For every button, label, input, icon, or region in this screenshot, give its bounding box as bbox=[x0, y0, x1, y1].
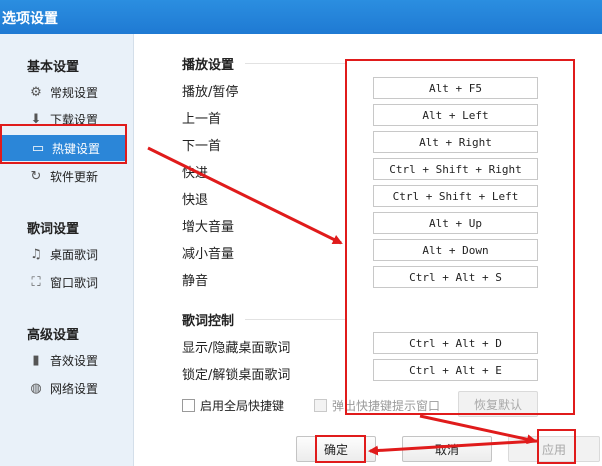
sidebar-item-desktop-lyrics[interactable]: ♫ 桌面歌词 bbox=[0, 241, 133, 267]
hotkey-label-lock-lyrics: 锁定/解锁桌面歌词 bbox=[182, 368, 291, 383]
sidebar-item-update[interactable]: ↻ 软件更新 bbox=[0, 163, 133, 189]
hotkey-label-mute: 静音 bbox=[182, 274, 209, 289]
hotkey-label-toggle-lyrics: 显示/隐藏桌面歌词 bbox=[182, 341, 291, 356]
global-hotkey-checkbox[interactable]: 启用全局快捷键 bbox=[182, 397, 284, 414]
sidebar-item-label: 热键设置 bbox=[52, 141, 101, 156]
hotkey-field-volume-down[interactable]: Alt + Down bbox=[373, 239, 538, 261]
refresh-icon: ↻ bbox=[30, 168, 42, 184]
hotkey-label-play-pause: 播放/暂停 bbox=[182, 85, 239, 100]
hotkey-label-volume-up: 增大音量 bbox=[182, 220, 235, 235]
hotkey-field-previous[interactable]: Alt + Left bbox=[373, 104, 538, 126]
hotkey-field-forward[interactable]: Ctrl + Shift + Right bbox=[373, 158, 538, 180]
sidebar-item-label: 常规设置 bbox=[50, 85, 99, 100]
group-title-basic: 基本设置 bbox=[27, 60, 80, 75]
window-icon: ⛶ bbox=[31, 274, 41, 290]
sidebar-item-network[interactable]: ◍ 网络设置 bbox=[0, 375, 133, 401]
sidebar-item-hotkeys[interactable]: ▭ 热键设置 bbox=[2, 135, 126, 161]
hotkey-label-rewind: 快退 bbox=[182, 193, 209, 208]
equalizer-icon: ▮ bbox=[32, 352, 40, 368]
restore-default-button[interactable]: 恢复默认 bbox=[458, 391, 538, 417]
hotkey-field-volume-up[interactable]: Alt + Up bbox=[373, 212, 538, 234]
hotkey-label-forward: 快进 bbox=[182, 166, 209, 181]
checkbox-box[interactable] bbox=[182, 399, 195, 412]
checkbox-label: 弹出快捷键提示窗口 bbox=[332, 399, 441, 413]
sidebar-item-label: 软件更新 bbox=[50, 169, 99, 184]
hotkey-settings-panel: 播放设置 播放/暂停 Alt + F5 上一首 Alt + Left 下一首 A… bbox=[135, 34, 602, 466]
hotkey-field-lock-lyrics[interactable]: Ctrl + Alt + E bbox=[373, 359, 538, 381]
section-divider bbox=[245, 63, 345, 64]
sidebar-item-label: 网络设置 bbox=[50, 381, 99, 396]
gear-icon: ⚙ bbox=[30, 84, 42, 100]
hotkey-field-toggle-lyrics[interactable]: Ctrl + Alt + D bbox=[373, 332, 538, 354]
sidebar-item-general[interactable]: ⚙ 常规设置 bbox=[0, 79, 133, 105]
sidebar-item-label: 桌面歌词 bbox=[50, 247, 99, 262]
network-icon: ◍ bbox=[30, 380, 42, 396]
cancel-button[interactable]: 取消 bbox=[402, 436, 492, 462]
hotkey-label-next: 下一首 bbox=[182, 139, 222, 154]
ok-button[interactable]: 确定 bbox=[296, 436, 376, 462]
hotkey-field-next[interactable]: Alt + Right bbox=[373, 131, 538, 153]
sidebar-item-label: 音效设置 bbox=[50, 353, 99, 368]
lyrics-icon: ♫ bbox=[30, 246, 42, 262]
checkbox-label: 启用全局快捷键 bbox=[200, 399, 285, 413]
sidebar-item-sound[interactable]: ▮ 音效设置 bbox=[0, 347, 133, 373]
hotkey-field-rewind[interactable]: Ctrl + Shift + Left bbox=[373, 185, 538, 207]
sidebar-item-label: 下载设置 bbox=[50, 112, 99, 127]
section-title-playback: 播放设置 bbox=[182, 58, 235, 73]
section-title-lyrics-control: 歌词控制 bbox=[182, 314, 235, 329]
hotkey-field-mute[interactable]: Ctrl + Alt + S bbox=[373, 266, 538, 288]
apply-button[interactable]: 应用 bbox=[508, 436, 600, 462]
group-title-advanced: 高级设置 bbox=[27, 328, 80, 343]
hotkey-label-volume-down: 减小音量 bbox=[182, 247, 235, 262]
group-title-lyrics: 歌词设置 bbox=[27, 222, 80, 237]
download-icon: ⬇ bbox=[30, 111, 42, 127]
conflict-popup-checkbox[interactable]: 弹出快捷键提示窗口 bbox=[314, 397, 440, 414]
sidebar: 基本设置 ⚙ 常规设置 ⬇ 下载设置 ▭ 热键设置 ↻ 软件更新 歌词设置 ♫ … bbox=[0, 34, 134, 466]
checkbox-box[interactable] bbox=[314, 399, 327, 412]
sidebar-item-window-lyrics[interactable]: ⛶ 窗口歌词 bbox=[0, 269, 133, 295]
hotkey-field-play-pause[interactable]: Alt + F5 bbox=[373, 77, 538, 99]
hotkey-label-previous: 上一首 bbox=[182, 112, 222, 127]
sidebar-item-label: 窗口歌词 bbox=[50, 275, 99, 290]
sidebar-item-download[interactable]: ⬇ 下载设置 bbox=[0, 106, 133, 132]
section-divider bbox=[245, 319, 345, 320]
keyboard-icon: ▭ bbox=[31, 140, 45, 156]
window-title: 选项设置 bbox=[0, 0, 602, 34]
